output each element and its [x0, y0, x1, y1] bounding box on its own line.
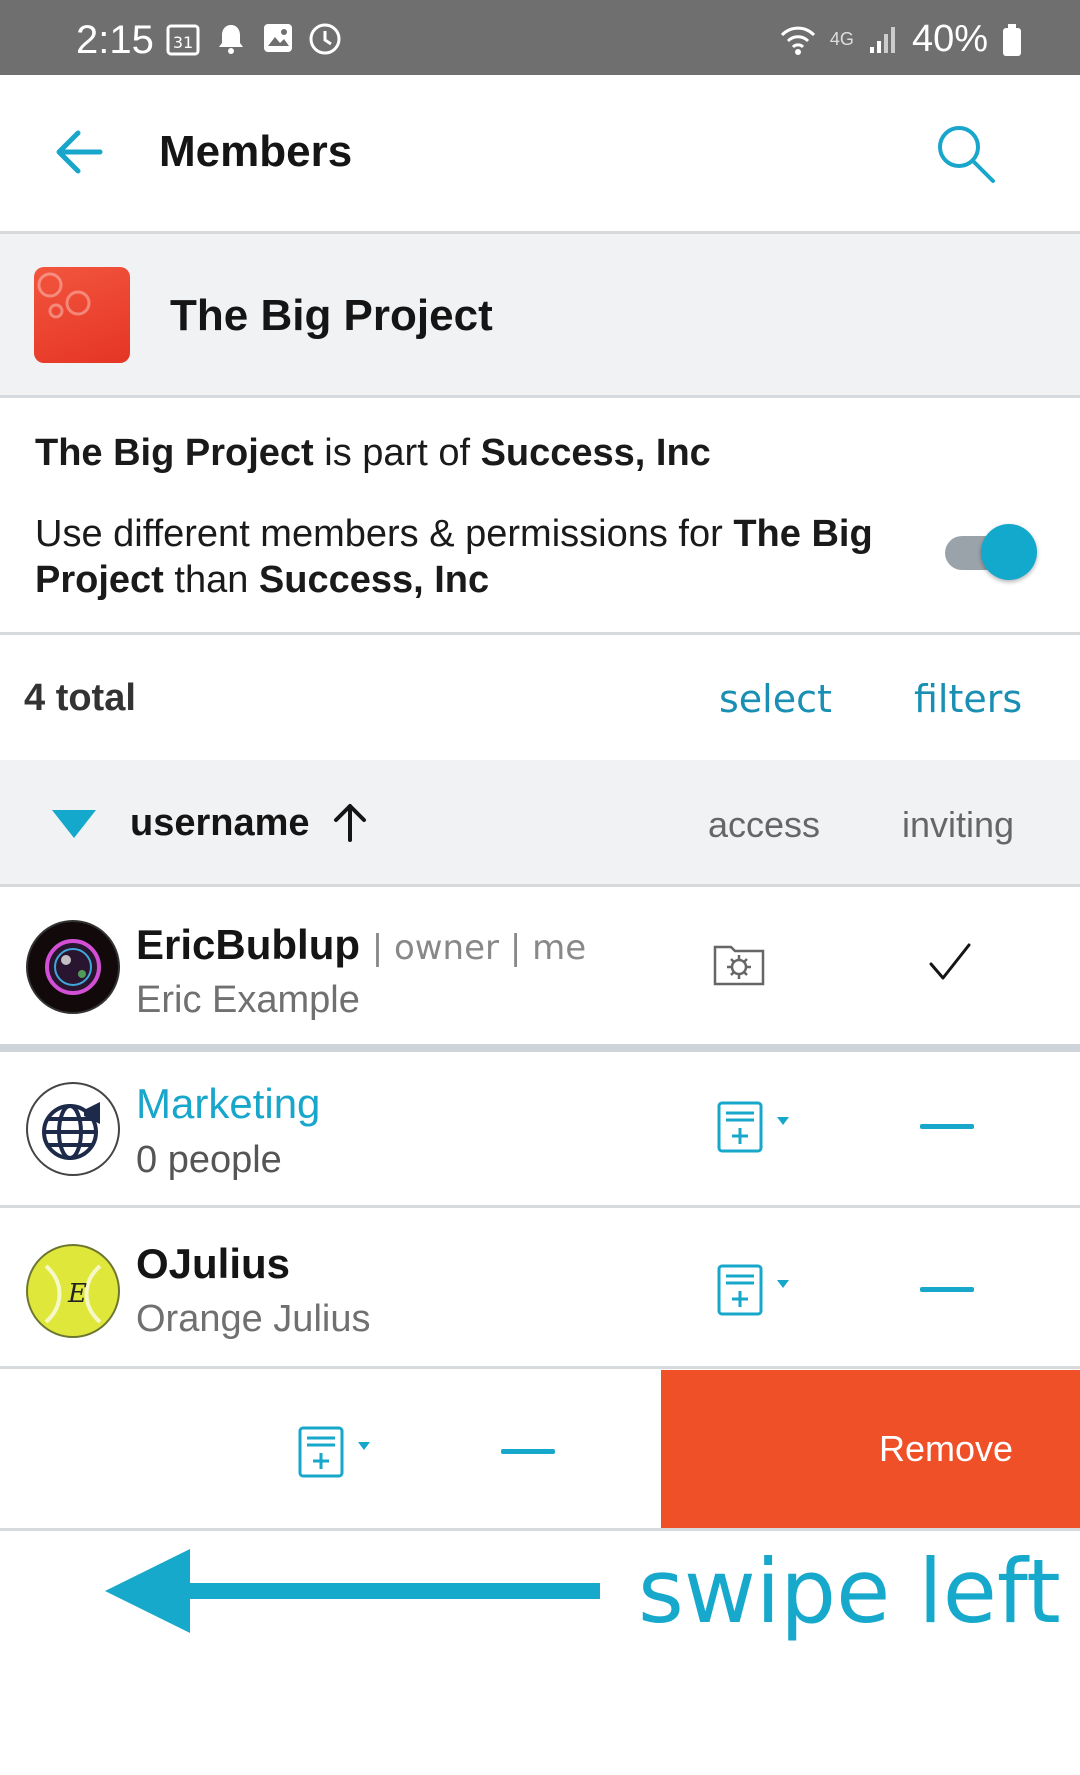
inviting-dash — [920, 1124, 974, 1129]
remove-button[interactable]: Remove — [661, 1370, 1080, 1528]
member-username-text: EricBublup — [136, 921, 361, 968]
member-full-name: Eric Example — [136, 979, 360, 1021]
different-text: Use different members & permissions for — [35, 513, 734, 555]
network-type: 4G — [829, 29, 854, 49]
sort-ascending-icon[interactable] — [330, 800, 370, 844]
status-right-group: 4G 40% — [780, 18, 1022, 61]
part-of-text: The Big Project is part of Success, Inc — [35, 432, 711, 475]
svg-text:E: E — [67, 1279, 87, 1309]
list-toolbar: 4 total select filters — [0, 635, 1080, 760]
select-button[interactable]: select — [719, 677, 832, 721]
calendar-icon: 31 — [166, 24, 200, 56]
chevron-down-icon[interactable] — [776, 1116, 790, 1126]
project-icon — [34, 267, 130, 363]
clock-icon — [309, 23, 341, 55]
page-title: Members — [159, 127, 353, 176]
app-bar: Members — [0, 75, 1080, 234]
swipe-hint-text: swipe left — [638, 1540, 1061, 1643]
add-document-icon[interactable] — [716, 1100, 766, 1154]
project-header[interactable]: The Big Project — [0, 234, 1080, 398]
filters-button[interactable]: filters — [914, 677, 1022, 721]
chevron-down-icon[interactable] — [357, 1441, 371, 1451]
member-total: 4 total — [24, 677, 136, 719]
battery-percent: 40% — [911, 18, 988, 60]
part-of-project: The Big Project — [35, 432, 314, 474]
search-icon[interactable] — [935, 123, 997, 185]
swipe-left-arrow-icon — [105, 1549, 600, 1633]
bell-icon — [219, 25, 243, 54]
member-tags: | owner | me — [371, 928, 587, 968]
member-full-name: 0 people — [136, 1139, 282, 1181]
member-username[interactable]: Marketing — [136, 1080, 320, 1128]
collapse-triangle-icon[interactable] — [52, 810, 96, 838]
member-full-name: Orange Julius — [136, 1298, 371, 1340]
inviting-dash — [501, 1449, 555, 1454]
member-username: EricBublup | owner | me — [136, 921, 586, 969]
folder-gear-icon[interactable] — [712, 939, 766, 987]
different-permissions-toggle[interactable] — [945, 524, 1037, 580]
toggle-knob — [981, 524, 1037, 580]
member-row[interactable]: Marketing 0 people — [0, 1052, 1080, 1208]
add-document-icon[interactable] — [297, 1425, 347, 1479]
inheritance-info: The Big Project is part of Success, Inc … — [0, 398, 1080, 635]
column-header: username access inviting — [0, 760, 1080, 887]
image-icon — [264, 24, 292, 52]
wifi-icon — [780, 26, 816, 55]
add-document-icon[interactable] — [716, 1263, 766, 1317]
avatar — [26, 1082, 120, 1176]
check-icon — [929, 943, 971, 980]
member-username: OJulius — [136, 1240, 291, 1287]
different-permissions-text: Use different members & permissions for … — [35, 511, 915, 603]
part-of-connector: is part of — [313, 432, 481, 474]
project-name: The Big Project — [170, 291, 493, 340]
status-bar: 2:15 31 4G 40% — [0, 0, 1080, 75]
member-row[interactable]: E OJulius Orange Julius — [0, 1208, 1080, 1369]
remove-label: Remove — [879, 1428, 1014, 1469]
inviting-dash — [920, 1287, 974, 1292]
status-time: 2:15 — [76, 18, 154, 62]
column-access[interactable]: access — [708, 804, 820, 846]
arrow-left-icon[interactable] — [52, 125, 106, 179]
signal-icon — [869, 26, 895, 53]
avatar: E — [26, 1244, 120, 1338]
than-text: than — [163, 559, 259, 601]
than-org: Success, Inc — [258, 559, 490, 601]
svg-text:31: 31 — [173, 33, 193, 52]
chevron-down-icon[interactable] — [776, 1279, 790, 1289]
part-of-org: Success, Inc — [480, 432, 711, 474]
avatar — [26, 920, 120, 1014]
battery-icon — [1003, 23, 1021, 56]
column-inviting[interactable]: inviting — [902, 804, 1014, 846]
member-row[interactable]: EricBublup | owner | me Eric Example — [0, 887, 1080, 1052]
sort-column-username[interactable]: username — [130, 802, 310, 845]
